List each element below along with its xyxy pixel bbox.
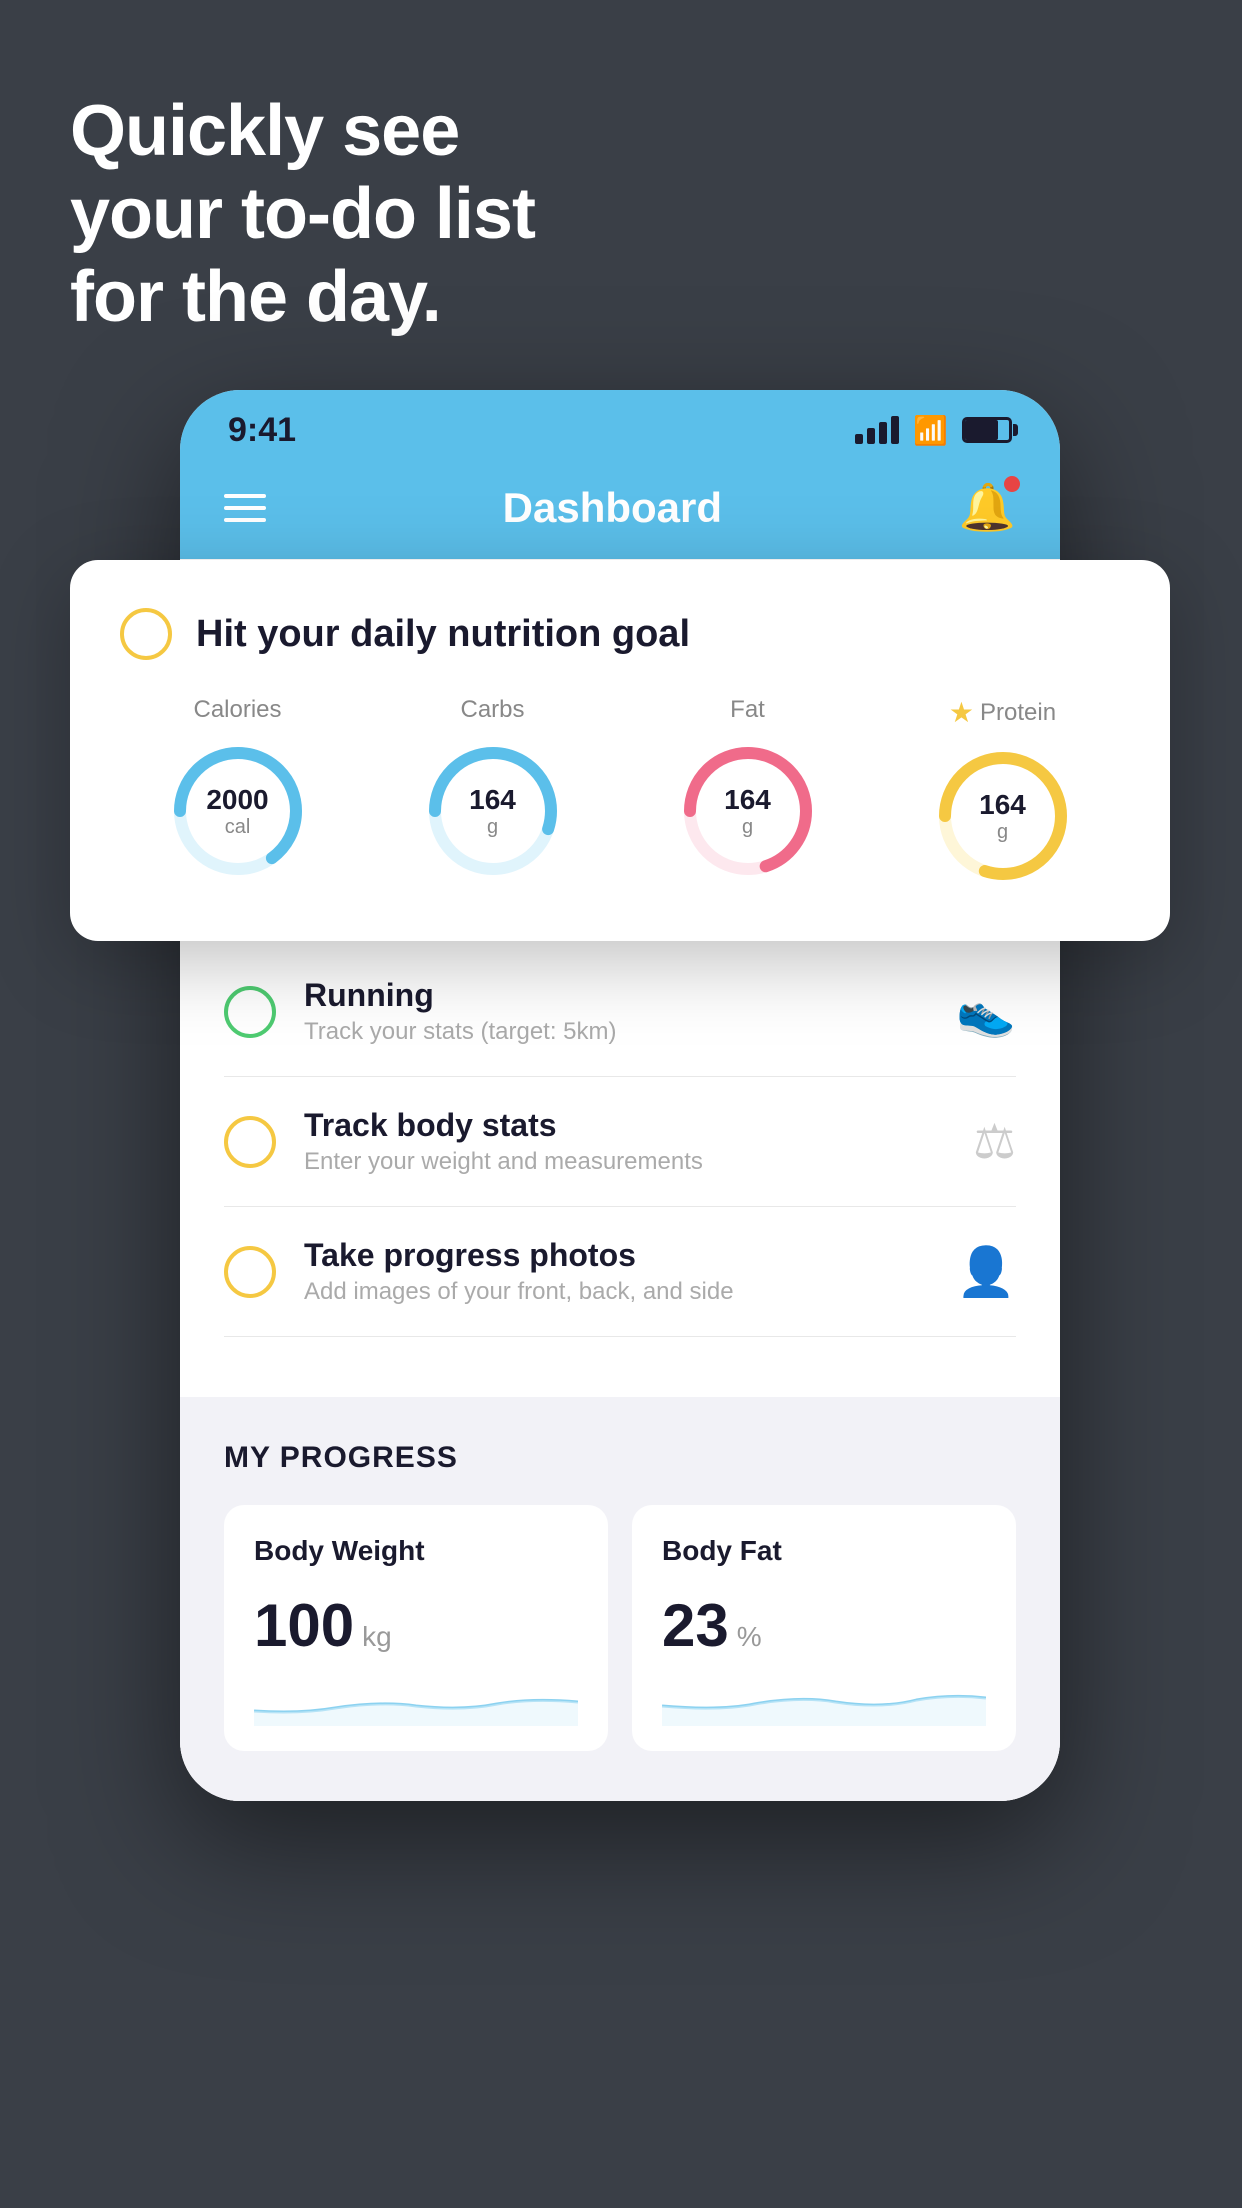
todo-checkbox-running[interactable] xyxy=(224,986,276,1038)
todo-title-body-stats: Track body stats xyxy=(304,1107,945,1144)
todo-subtitle-photos: Add images of your front, back, and side xyxy=(304,1278,928,1306)
spacer xyxy=(180,1337,1060,1397)
wifi-icon: 📶 xyxy=(913,414,948,447)
ring-fat: 164 g xyxy=(673,736,823,886)
todo-title-running: Running xyxy=(304,977,928,1014)
body-weight-value: 100 xyxy=(254,1591,354,1660)
menu-button[interactable] xyxy=(224,494,266,522)
person-icon: 👤 xyxy=(956,1243,1016,1300)
progress-section: MY PROGRESS Body Weight 100 kg xyxy=(180,1397,1060,1801)
notification-button[interactable]: 🔔 xyxy=(959,480,1016,535)
star-icon: ★ xyxy=(949,696,974,729)
status-bar: 9:41 📶 xyxy=(180,390,1060,462)
shoe-icon: 👟 xyxy=(956,983,1016,1040)
status-icons: 📶 xyxy=(855,414,1012,447)
todo-subtitle-running: Track your stats (target: 5km) xyxy=(304,1018,928,1046)
nutrition-card-title: Hit your daily nutrition goal xyxy=(196,613,690,656)
list-item[interactable]: Running Track your stats (target: 5km) 👟 xyxy=(224,947,1016,1077)
battery-icon xyxy=(962,417,1012,443)
ring-calories: 2000 cal xyxy=(163,736,313,886)
list-item[interactable]: Take progress photos Add images of your … xyxy=(224,1207,1016,1337)
signal-icon xyxy=(855,416,899,444)
body-fat-unit: % xyxy=(737,1621,762,1653)
todo-checkbox-photos[interactable] xyxy=(224,1246,276,1298)
nutrition-card: Hit your daily nutrition goal Calories 2… xyxy=(70,560,1170,941)
nutrition-label-carbs: Carbs xyxy=(460,696,524,724)
scale-icon: ⚖ xyxy=(973,1114,1016,1170)
body-weight-title: Body Weight xyxy=(254,1535,578,1567)
todo-title-photos: Take progress photos xyxy=(304,1237,928,1274)
body-weight-chart xyxy=(254,1676,578,1731)
nutrition-col-fat: Fat 164 g xyxy=(673,696,823,886)
todo-list: Running Track your stats (target: 5km) 👟… xyxy=(180,947,1060,1337)
todo-checkbox-body-stats[interactable] xyxy=(224,1116,276,1168)
nutrition-label-calories: Calories xyxy=(193,696,281,724)
nav-bar: Dashboard 🔔 xyxy=(180,462,1060,559)
body-weight-card[interactable]: Body Weight 100 kg xyxy=(224,1505,608,1751)
list-item[interactable]: Track body stats Enter your weight and m… xyxy=(224,1077,1016,1207)
status-time: 9:41 xyxy=(228,411,296,450)
body-fat-card[interactable]: Body Fat 23 % xyxy=(632,1505,1016,1751)
body-fat-value: 23 xyxy=(662,1591,729,1660)
nutrition-col-carbs: Carbs 164 g xyxy=(418,696,568,886)
body-fat-title: Body Fat xyxy=(662,1535,986,1567)
progress-section-title: MY PROGRESS xyxy=(224,1441,1016,1475)
nutrition-checkbox[interactable] xyxy=(120,608,172,660)
nutrition-columns: Calories 2000 cal Carbs 164 g Fat 164 g … xyxy=(120,696,1120,891)
body-weight-unit: kg xyxy=(362,1621,392,1653)
ring-carbs: 164 g xyxy=(418,736,568,886)
nutrition-label-fat: Fat xyxy=(730,696,765,724)
body-fat-chart xyxy=(662,1676,986,1731)
nutrition-label-protein: Protein xyxy=(980,699,1056,727)
progress-cards: Body Weight 100 kg Body Fat xyxy=(224,1505,1016,1751)
todo-subtitle-body-stats: Enter your weight and measurements xyxy=(304,1148,945,1176)
nav-title: Dashboard xyxy=(503,484,722,532)
ring-protein: 164 g xyxy=(928,741,1078,891)
notification-dot xyxy=(1004,476,1020,492)
nutrition-col-protein: ★Protein 164 g xyxy=(928,696,1078,891)
headline: Quickly see your to-do list for the day. xyxy=(70,90,535,338)
nutrition-col-calories: Calories 2000 cal xyxy=(163,696,313,886)
